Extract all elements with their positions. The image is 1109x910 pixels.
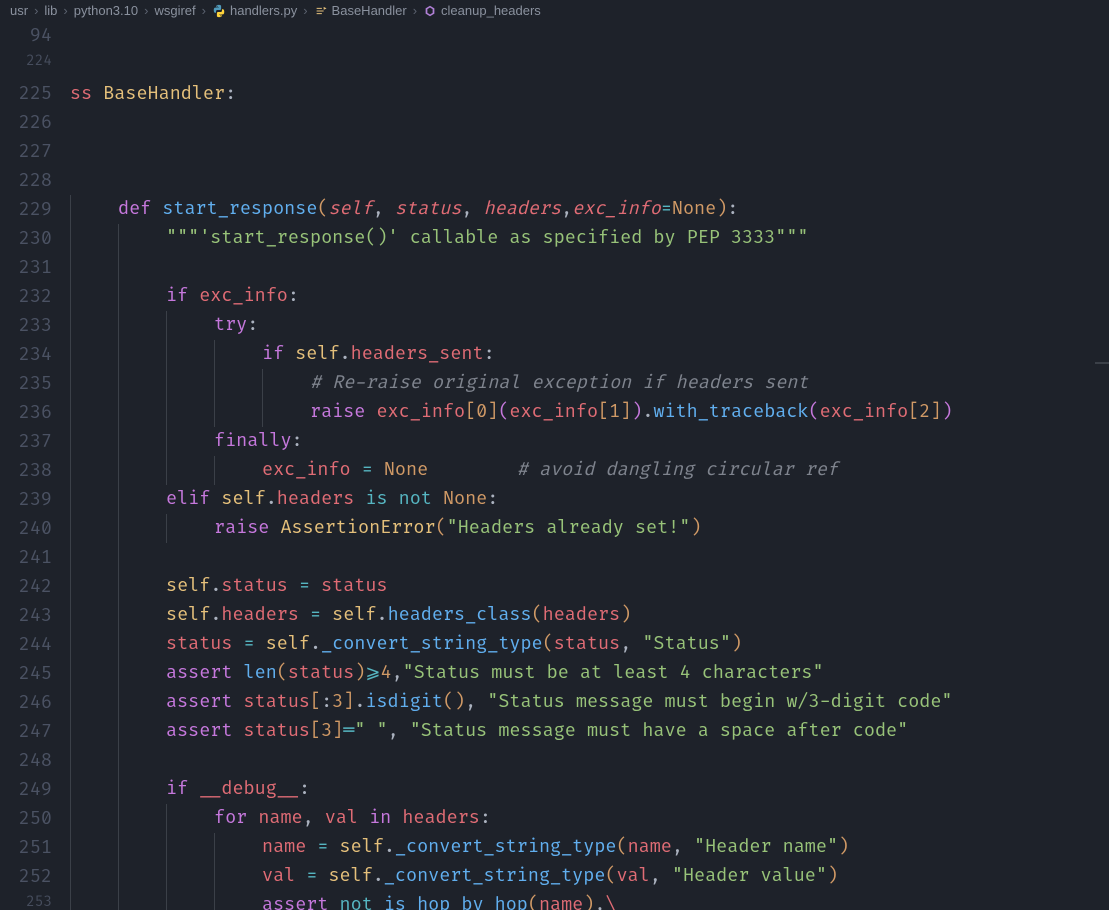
line-number: 248 bbox=[0, 747, 52, 776]
chevron-icon: › bbox=[32, 1, 40, 22]
crumb-lib[interactable]: lib bbox=[44, 1, 57, 22]
line-number: 241 bbox=[0, 544, 52, 573]
line-number: 250 bbox=[0, 805, 52, 834]
python-file-icon bbox=[212, 4, 226, 18]
code-line[interactable]: raise AssertionError("Headers already se… bbox=[70, 514, 1109, 543]
code-line[interactable]: name = self._convert_string_type(name, "… bbox=[70, 833, 1109, 862]
code-line[interactable]: self.status = status bbox=[70, 572, 1109, 601]
line-number: 231 bbox=[0, 254, 52, 283]
code-content[interactable]: ss BaseHandler: def start_response(self,… bbox=[70, 22, 1109, 910]
sticky-class: BaseHandler bbox=[103, 80, 225, 109]
code-line[interactable]: for name, val in headers: bbox=[70, 804, 1109, 833]
line-number: 244 bbox=[0, 631, 52, 660]
line-number: 237 bbox=[0, 428, 52, 457]
crumb-wsgiref[interactable]: wsgiref bbox=[154, 1, 195, 22]
code-line[interactable] bbox=[70, 253, 1109, 282]
chevron-icon: › bbox=[200, 1, 208, 22]
code-line[interactable]: raise exc_info[0](exc_info[1]).with_trac… bbox=[70, 398, 1109, 427]
line-number: 232 bbox=[0, 283, 52, 312]
line-number: 235 bbox=[0, 370, 52, 399]
code-line[interactable]: assert not is_hop_by_hop(name),\ bbox=[70, 891, 1109, 910]
line-number: 243 bbox=[0, 602, 52, 631]
sticky-line-number: 94 bbox=[0, 22, 52, 51]
chevron-icon: › bbox=[142, 1, 150, 22]
sticky-scroll-line[interactable]: ss BaseHandler: bbox=[70, 80, 1109, 109]
code-line[interactable]: """'start_response()' callable as specif… bbox=[70, 224, 1109, 253]
chevron-icon: › bbox=[61, 1, 69, 22]
crumb-python[interactable]: python3.10 bbox=[74, 1, 138, 22]
line-number-gutter: 94 2242252262272282292302312322332342352… bbox=[0, 22, 70, 910]
line-number: 227 bbox=[0, 138, 52, 167]
crumb-method[interactable]: cleanup_headers bbox=[441, 1, 541, 22]
class-icon bbox=[314, 4, 328, 18]
sticky-colon: : bbox=[225, 80, 236, 109]
sticky-prefix: ss bbox=[70, 80, 103, 109]
line-number: 228 bbox=[0, 167, 52, 196]
code-line[interactable]: elif self.headers is not None: bbox=[70, 485, 1109, 514]
line-number: 238 bbox=[0, 457, 52, 486]
code-line[interactable]: if __debug__: bbox=[70, 775, 1109, 804]
line-number: 236 bbox=[0, 399, 52, 428]
code-line[interactable] bbox=[70, 166, 1109, 195]
line-number: 246 bbox=[0, 689, 52, 718]
crumb-usr[interactable]: usr bbox=[10, 1, 28, 22]
line-number: 245 bbox=[0, 660, 52, 689]
line-number: 247 bbox=[0, 718, 52, 747]
code-line[interactable]: val = self._convert_string_type(val, "He… bbox=[70, 862, 1109, 891]
line-number: 234 bbox=[0, 341, 52, 370]
line-number: 233 bbox=[0, 312, 52, 341]
code-line[interactable]: assert len(status)⩾4,"Status must be at … bbox=[70, 659, 1109, 688]
code-line[interactable]: self.headers = self.headers_class(header… bbox=[70, 601, 1109, 630]
chevron-icon: › bbox=[301, 1, 309, 22]
line-number: 226 bbox=[0, 109, 52, 138]
vertical-scrollbar[interactable] bbox=[1095, 22, 1109, 910]
code-line[interactable]: if exc_info: bbox=[70, 282, 1109, 311]
code-line[interactable]: if self.headers_sent: bbox=[70, 340, 1109, 369]
breadcrumb[interactable]: usr › lib › python3.10 › wsgiref › handl… bbox=[0, 0, 1109, 22]
code-line[interactable]: assert status[3]═" ", "Status message mu… bbox=[70, 717, 1109, 746]
code-line[interactable]: def start_response(self, status, headers… bbox=[70, 195, 1109, 224]
chevron-icon: › bbox=[411, 1, 419, 22]
code-line[interactable] bbox=[70, 746, 1109, 775]
line-number: 253 bbox=[0, 892, 52, 910]
line-number: 239 bbox=[0, 486, 52, 515]
line-number: 252 bbox=[0, 863, 52, 892]
scroll-marker bbox=[1095, 362, 1109, 364]
method-icon bbox=[423, 4, 437, 18]
code-line[interactable] bbox=[70, 543, 1109, 572]
line-number: 229 bbox=[0, 196, 52, 225]
line-number: 251 bbox=[0, 834, 52, 863]
line-number: 242 bbox=[0, 573, 52, 602]
code-line[interactable]: finally: bbox=[70, 427, 1109, 456]
editor-pane[interactable]: 94 2242252262272282292302312322332342352… bbox=[0, 22, 1109, 910]
line-number: 249 bbox=[0, 776, 52, 805]
code-line[interactable]: status = self._convert_string_type(statu… bbox=[70, 630, 1109, 659]
code-line[interactable]: # Re-raise original exception if headers… bbox=[70, 369, 1109, 398]
line-number: 240 bbox=[0, 515, 52, 544]
code-line[interactable]: exc_info = None # avoid dangling circula… bbox=[70, 456, 1109, 485]
code-line[interactable]: assert status[:3].isdigit(), "Status mes… bbox=[70, 688, 1109, 717]
line-number: 225 bbox=[0, 80, 52, 109]
line-number: 230 bbox=[0, 225, 52, 254]
crumb-file[interactable]: handlers.py bbox=[230, 1, 297, 22]
code-line[interactable]: try: bbox=[70, 311, 1109, 340]
line-number: 224 bbox=[0, 51, 52, 80]
crumb-class[interactable]: BaseHandler bbox=[332, 1, 407, 22]
